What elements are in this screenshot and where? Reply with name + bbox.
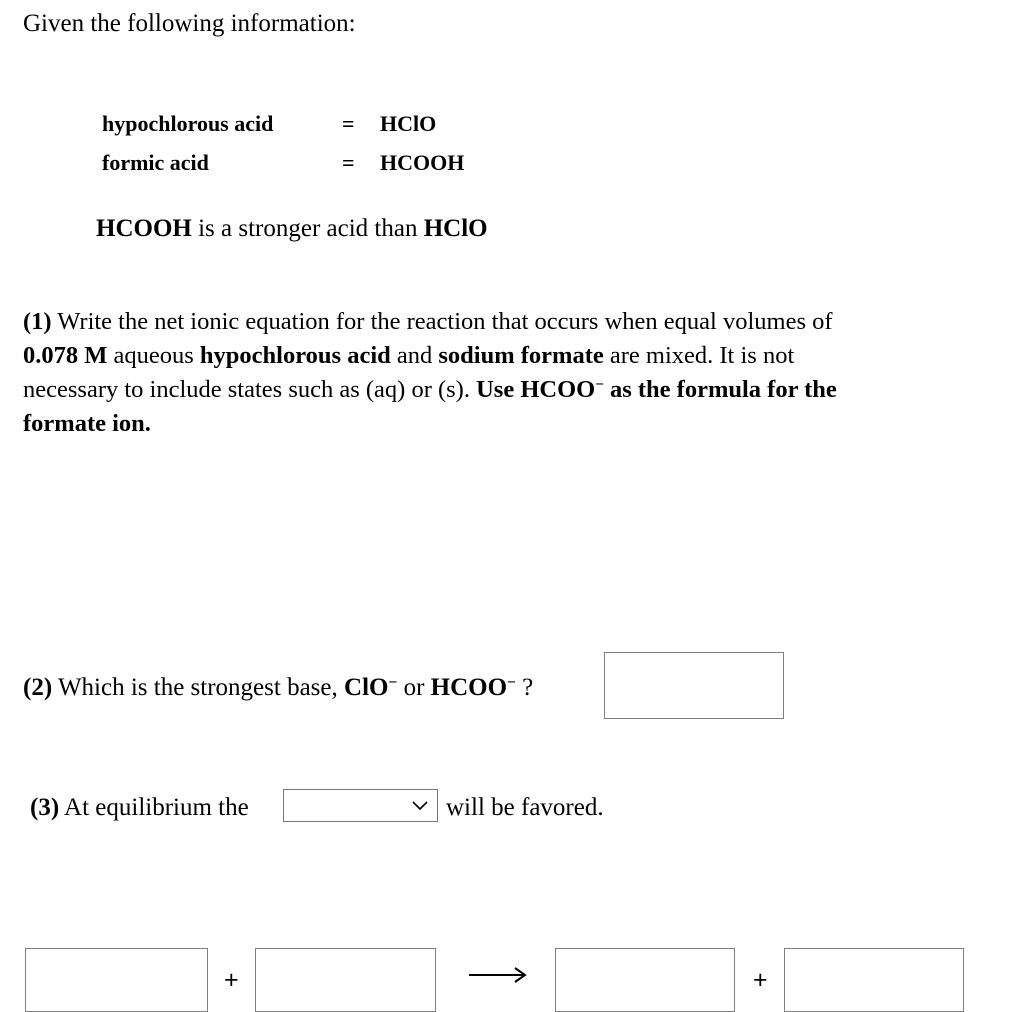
definition-list: hypochlorous acid = HClO formic acid = H… — [102, 104, 464, 182]
question-1-line-3: necessary to include states such as (aq)… — [23, 373, 973, 407]
comparison-middle-text: is a stronger acid than — [191, 215, 424, 242]
question-1-text-aqueous: aqueous — [107, 342, 200, 369]
superscript-minus-icon: − — [595, 376, 604, 394]
superscript-minus-icon: − — [388, 673, 398, 691]
question-2-text-c: ? — [515, 674, 534, 701]
question-3-text-before: At equilibrium the — [59, 794, 249, 821]
question-3-suffix: will be favored. — [446, 794, 604, 821]
weaker-acid-formula: HClO — [423, 215, 488, 242]
question-3-prefix: (3) At equilibrium the — [30, 793, 249, 823]
question-1: (1) Write the net ionic equation for the… — [23, 305, 973, 441]
product-2-input[interactable] — [784, 948, 964, 1012]
question-1-line-2: 0.078 M aqueous hypochlorous acid and so… — [23, 339, 973, 373]
question-1-line-1-text: Write the net ionic equation for the rea… — [51, 308, 833, 335]
species-hcoo-formula: HCOO− — [431, 674, 516, 701]
reactant-1-input[interactable] — [25, 948, 208, 1012]
stronger-acid-formula: HCOOH — [96, 215, 192, 242]
definition-formula: HClO — [380, 111, 437, 136]
definition-term: formic acid — [102, 150, 209, 175]
question-3-select-wrapper[interactable] — [283, 789, 438, 822]
plus-sign-products: + — [753, 966, 768, 994]
use-hcoo-label: Use HCOO — [476, 376, 596, 403]
definition-row: hypochlorous acid = HClO — [102, 104, 464, 143]
reagent-a-name: hypochlorous acid — [199, 342, 391, 369]
formate-ion-label: formate ion. — [23, 410, 151, 437]
net-ionic-equation-row: + + — [0, 470, 1028, 1012]
definition-row: formic acid = HCOOH — [102, 143, 464, 182]
question-1-text-states: necessary to include states such as (aq)… — [23, 376, 477, 403]
question-1-text-mixed: are mixed. It is not — [603, 342, 795, 369]
question-1-text-and: and — [390, 342, 439, 369]
question-2-text-or: or — [397, 674, 431, 701]
question-2: (2) Which is the strongest base, ClO− or… — [23, 672, 533, 704]
species-clo-formula: ClO− — [344, 674, 397, 701]
product-1-input[interactable] — [555, 948, 735, 1012]
superscript-minus-icon: − — [507, 673, 516, 691]
question-1-line-1: (1) Write the net ionic equation for the… — [23, 305, 973, 339]
question-2-answer-input[interactable] — [604, 652, 784, 719]
question-2-text-a: Which is the strongest base, — [52, 674, 345, 701]
equilibrium-favored-select[interactable] — [283, 789, 438, 822]
formate-ion-instruction: Use HCOO− as the formula for the — [476, 376, 837, 403]
species-clo-label: ClO — [344, 674, 389, 701]
question-2-number: (2) — [23, 674, 53, 701]
equals-sign: = — [342, 150, 355, 175]
question-1-number: (1) — [23, 308, 52, 335]
species-hcoo-label: HCOO — [430, 674, 508, 701]
definition-formula: HCOOH — [380, 150, 465, 175]
acid-comparison-statement: HCOOH is a stronger acid than HClO — [96, 213, 488, 245]
plus-sign-reactants: + — [224, 966, 239, 994]
intro-text: Given the following information: — [23, 10, 356, 37]
right-arrow-icon — [469, 967, 527, 983]
reactant-2-input[interactable] — [255, 948, 436, 1012]
reagent-b-name: sodium formate — [438, 342, 604, 369]
formula-for-the-label: as the formula for the — [603, 376, 837, 403]
worksheet-page: Given the following information: hypochl… — [0, 0, 1028, 1012]
definition-term: hypochlorous acid — [102, 111, 274, 136]
concentration-value: 0.078 M — [23, 342, 108, 369]
equals-sign: = — [342, 111, 355, 136]
question-3-number: (3) — [30, 794, 60, 821]
question-1-line-4: formate ion. — [23, 407, 973, 441]
